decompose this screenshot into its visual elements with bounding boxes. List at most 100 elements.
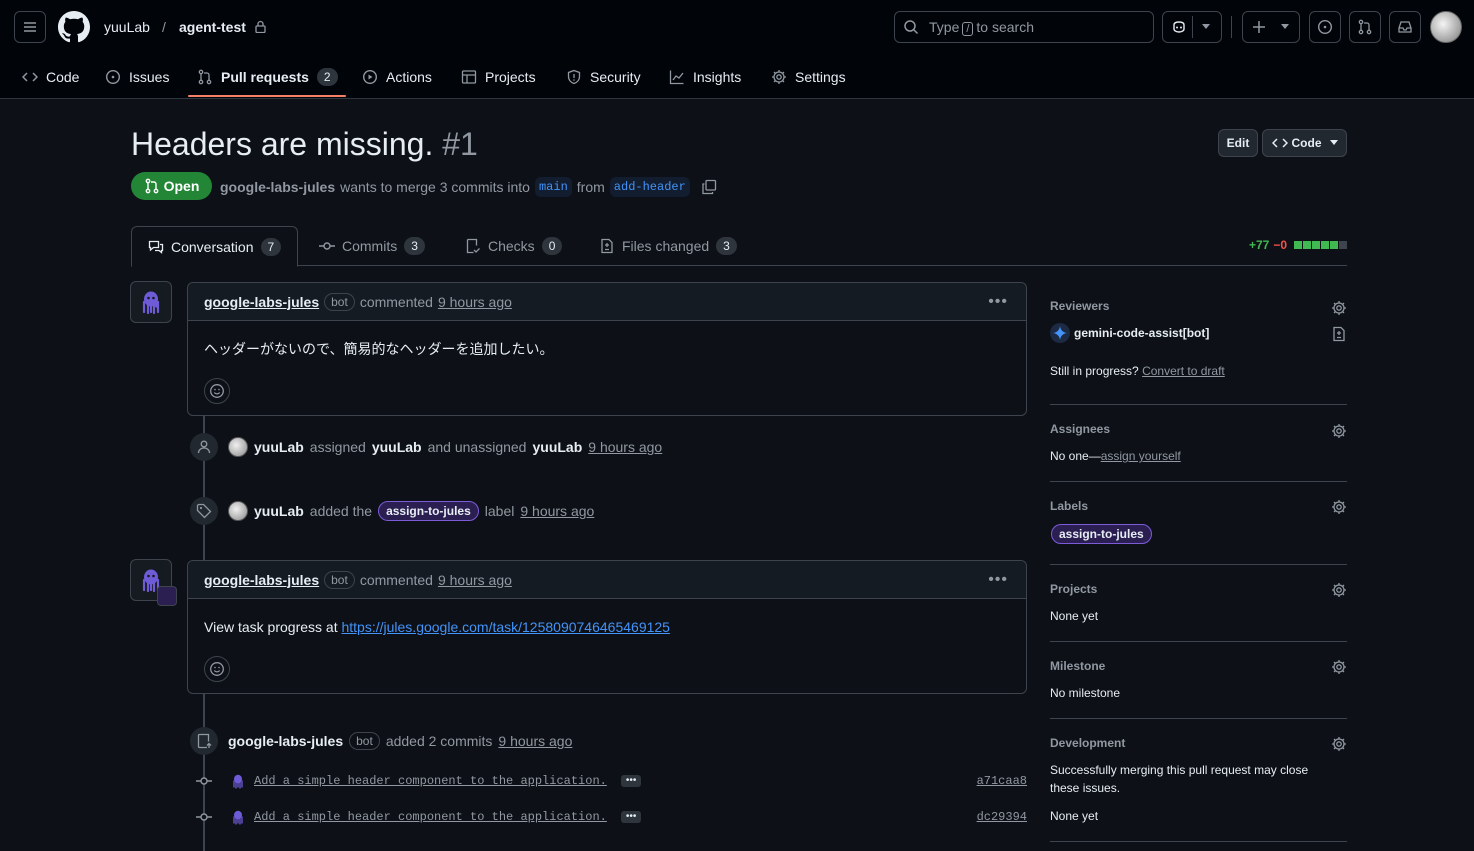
code-button[interactable]: Code — [1262, 129, 1347, 157]
repo-push-icon — [197, 733, 212, 749]
git-pull-request-icon — [1358, 19, 1372, 35]
breadcrumb-owner[interactable]: yuuLab — [104, 17, 150, 37]
event-commits-text: added 2 commits — [385, 733, 493, 749]
convert-to-draft-link[interactable]: Convert to draft — [1142, 364, 1225, 378]
tab-conversation[interactable]: Conversation 7 — [131, 226, 299, 267]
commit-sha[interactable]: a71caa8 — [977, 774, 1027, 788]
projects-title[interactable]: Projects — [1050, 582, 1347, 596]
add-reaction-button[interactable] — [204, 378, 230, 404]
copilot-button[interactable] — [1162, 11, 1222, 43]
gear-icon[interactable] — [1331, 300, 1347, 316]
reviewer-name[interactable]: gemini-code-assist[bot] — [1074, 324, 1209, 342]
yuulab-avatar[interactable] — [228, 437, 248, 457]
label-badge[interactable]: assign-to-jules — [378, 501, 479, 521]
search-input[interactable]: Type / to search — [894, 11, 1154, 43]
development-title[interactable]: Development — [1050, 736, 1347, 750]
gear-icon[interactable] — [1331, 582, 1347, 598]
event-commits-actor[interactable]: google-labs-jules — [228, 733, 343, 749]
breadcrumb-repo[interactable]: agent-test — [179, 17, 246, 37]
jules-avatar[interactable] — [130, 559, 177, 606]
nav-actions-label: Actions — [386, 69, 432, 85]
kebab-icon[interactable]: ••• — [988, 571, 1008, 589]
tab-checks-label: Checks — [488, 238, 535, 254]
tag-icon — [196, 503, 212, 519]
event-labeled-time[interactable]: 9 hours ago — [520, 503, 594, 519]
in-progress-text: Still in progress? — [1050, 364, 1139, 378]
comment-1-time[interactable]: 9 hours ago — [438, 294, 512, 310]
yuulab-avatar[interactable] — [228, 501, 248, 521]
tab-checks[interactable]: Checks 0 — [449, 226, 578, 266]
nav-pull-requests[interactable]: Pull requests 2 — [197, 56, 338, 98]
plus-icon — [1253, 21, 1265, 33]
sidebar-divider — [1050, 564, 1347, 565]
tab-commits[interactable]: Commits 3 — [303, 226, 441, 266]
commit-sha[interactable]: dc29394 — [977, 810, 1027, 824]
code-icon — [1271, 138, 1288, 148]
pr-tabs: Conversation 7 Commits 3 Checks 0 Files … — [131, 226, 1347, 267]
add-reaction-button[interactable] — [204, 656, 230, 682]
issues-button[interactable] — [1309, 11, 1341, 43]
nav-settings[interactable]: Settings — [771, 56, 846, 98]
gear-icon[interactable] — [1331, 499, 1347, 515]
event-commits-time[interactable]: 9 hours ago — [498, 733, 572, 749]
nav-insights[interactable]: Insights — [669, 56, 741, 98]
sidebar-label-badge[interactable]: assign-to-jules — [1051, 524, 1152, 544]
gear-icon[interactable] — [1331, 423, 1347, 439]
nav-code[interactable]: Code — [22, 56, 79, 98]
jules-avatar[interactable] — [130, 281, 172, 323]
pr-author[interactable]: google-labs-jules — [220, 178, 335, 196]
milestone-title[interactable]: Milestone — [1050, 659, 1347, 673]
commit-expand-button[interactable]: ••• — [620, 811, 642, 823]
caret-down-icon — [1329, 140, 1338, 145]
comment-2-author[interactable]: google-labs-jules — [204, 572, 319, 588]
octopus-icon[interactable] — [230, 809, 246, 825]
event-assigned-target2[interactable]: yuuLab — [532, 439, 582, 455]
edit-button[interactable]: Edit — [1218, 129, 1258, 157]
pull-requests-button[interactable] — [1349, 11, 1381, 43]
caret-down-icon[interactable] — [1202, 24, 1210, 30]
head-branch[interactable]: add-header — [609, 177, 690, 197]
create-new-button[interactable] — [1242, 11, 1300, 43]
comment-1-author[interactable]: google-labs-jules — [204, 294, 319, 310]
nav-security[interactable]: Security — [566, 56, 641, 98]
labels-title[interactable]: Labels — [1050, 499, 1347, 513]
diff-stat: +77 −0 — [1249, 238, 1347, 252]
commit-expand-button[interactable]: ••• — [620, 775, 642, 787]
base-branch[interactable]: main — [534, 177, 572, 197]
github-logo[interactable] — [58, 11, 90, 43]
nav-actions[interactable]: Actions — [362, 56, 432, 98]
menu-button[interactable] — [14, 11, 46, 43]
comment-2-time[interactable]: 9 hours ago — [438, 572, 512, 588]
gear-icon[interactable] — [1331, 659, 1347, 675]
tab-files-label: Files changed — [622, 238, 710, 254]
event-assigned-text1: assigned — [309, 439, 366, 455]
nav-insights-label: Insights — [693, 69, 742, 85]
copilot-icon — [1173, 21, 1185, 33]
nav-projects[interactable]: Projects — [461, 56, 536, 98]
commit-message[interactable]: Add a simple header component to the app… — [254, 810, 607, 824]
gemini-icon[interactable] — [1050, 323, 1070, 343]
tab-files-changed[interactable]: Files changed 3 — [583, 226, 753, 266]
event-assigned-actor[interactable]: yuuLab — [254, 439, 304, 455]
bot-badge: bot — [324, 570, 355, 589]
gear-icon[interactable] — [1331, 736, 1347, 752]
diff-additions: +77 — [1248, 238, 1270, 252]
commit-message[interactable]: Add a simple header component to the app… — [254, 774, 607, 788]
reviewers-title[interactable]: Reviewers — [1050, 299, 1347, 313]
assignees-title[interactable]: Assignees — [1050, 422, 1347, 436]
file-diff-icon[interactable] — [1331, 326, 1347, 342]
octopus-icon[interactable] — [230, 773, 246, 789]
kebab-icon[interactable]: ••• — [988, 293, 1008, 311]
assign-yourself-link[interactable]: assign yourself — [1101, 449, 1181, 463]
reviewer-row: gemini-code-assist[bot] — [1050, 323, 1209, 343]
event-assigned-target1[interactable]: yuuLab — [372, 439, 422, 455]
user-avatar[interactable] — [1430, 11, 1462, 43]
task-link[interactable]: https://jules.google.com/task/1258090746… — [341, 619, 669, 635]
event-assigned-time[interactable]: 9 hours ago — [588, 439, 662, 455]
comment-2: google-labs-jules bot commented 9 hours … — [187, 560, 1027, 694]
event-labeled-actor[interactable]: yuuLab — [254, 503, 304, 519]
nav-issues[interactable]: Issues — [105, 56, 169, 98]
copy-icon[interactable] — [701, 179, 717, 195]
diff-bar — [1293, 241, 1347, 249]
inbox-button[interactable] — [1389, 11, 1421, 43]
